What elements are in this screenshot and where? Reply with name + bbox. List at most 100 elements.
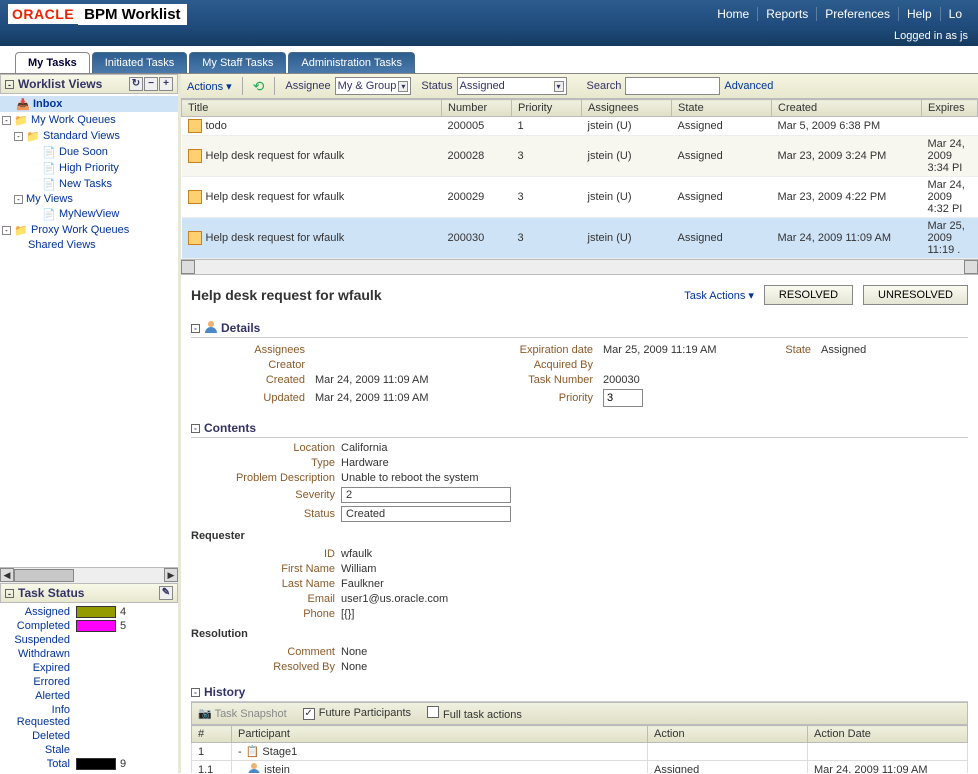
assignee-select[interactable]: My & Group▾ — [335, 77, 412, 95]
requester-heading: Requester — [191, 526, 968, 544]
future-participants-checkbox[interactable]: ✓Future Participants — [303, 707, 411, 720]
unresolved-button[interactable]: UNRESOLVED — [863, 285, 968, 305]
tree-node[interactable]: 📄High Priority — [0, 160, 178, 176]
tab-initiated-tasks[interactable]: Initiated Tasks — [92, 52, 188, 73]
column-header[interactable]: Created — [772, 100, 922, 117]
table-row[interactable]: todo2000051jstein (U)AssignedMar 5, 2009… — [182, 117, 978, 136]
tree-node[interactable]: -📁Proxy Work Queues — [0, 222, 178, 238]
plus-icon[interactable]: + — [159, 77, 173, 91]
assignee-toggle-icon[interactable]: ⟲ — [253, 78, 265, 95]
advanced-link[interactable]: Advanced — [724, 80, 773, 92]
nav-reports[interactable]: Reports — [758, 7, 817, 21]
task-table: TitleNumberPriorityAssigneesStateCreated… — [181, 99, 978, 259]
expiration-value: Mar 25, 2009 11:19 AM — [603, 344, 753, 356]
tree-node[interactable]: -📁My Work Queues — [0, 112, 178, 128]
task-snapshot-button[interactable]: 📷 Task Snapshot — [198, 707, 287, 720]
expander-icon[interactable]: - — [2, 226, 11, 235]
tab-administration-tasks[interactable]: Administration Tasks — [288, 52, 415, 73]
tree-node[interactable]: 📄New Tasks — [0, 176, 178, 192]
folder-icon: 📄 — [42, 161, 56, 175]
priority-input[interactable] — [603, 389, 643, 407]
table-scrollbar[interactable] — [181, 259, 978, 275]
scroll-right-icon[interactable]: ▶ — [164, 568, 178, 582]
folder-icon: 📄 — [42, 177, 56, 191]
task-status-row: Deleted — [4, 729, 174, 743]
column-header[interactable]: Number — [442, 100, 512, 117]
expander-icon[interactable]: - — [14, 132, 23, 141]
expander-icon[interactable]: - — [14, 195, 23, 204]
expander-icon[interactable]: - — [2, 116, 11, 125]
nav-preferences[interactable]: Preferences — [817, 7, 899, 21]
column-header[interactable]: Expires — [922, 100, 978, 117]
collapse-icon[interactable]: - — [5, 589, 14, 598]
creator-label: Creator — [211, 359, 311, 371]
history-row[interactable]: 1-📋 Stage1 — [192, 743, 968, 761]
task-status-row: Stale — [4, 743, 174, 757]
tree-node[interactable]: 📄Due Soon — [0, 144, 178, 160]
column-header[interactable]: Assignees — [582, 100, 672, 117]
history-row[interactable]: 1.1 jsteinAssignedMar 24, 2009 11:09 AM — [192, 761, 968, 774]
refresh-icon[interactable]: ↻ — [129, 77, 143, 91]
resolved-button[interactable]: RESOLVED — [764, 285, 853, 305]
edit-icon[interactable]: ✎ — [159, 586, 173, 600]
nav-logout[interactable]: Lo — [941, 7, 970, 21]
tree-scrollbar[interactable]: ◀ ▶ — [0, 567, 178, 583]
status-count: 5 — [116, 620, 126, 632]
tree-label: Due Soon — [59, 146, 108, 158]
column-header[interactable]: Action Date — [808, 726, 968, 743]
history-table: #ParticipantActionAction Date 1-📋 Stage1… — [191, 725, 968, 773]
user-icon — [247, 763, 261, 773]
column-header[interactable]: State — [672, 100, 772, 117]
tree-node[interactable]: Shared Views — [0, 238, 178, 252]
nav-help[interactable]: Help — [899, 7, 941, 21]
task-actions-menu[interactable]: Task Actions ▾ — [684, 289, 754, 302]
oracle-logo: ORACLE — [8, 4, 78, 24]
contents-section-header[interactable]: -Contents — [191, 419, 968, 438]
status-count: 9 — [116, 758, 126, 770]
column-header[interactable]: Title — [182, 100, 442, 117]
column-header[interactable]: Action — [648, 726, 808, 743]
task-icon — [188, 119, 202, 133]
tree-node[interactable]: -📁Standard Views — [0, 128, 178, 144]
phone-label: Phone — [211, 608, 341, 620]
status-label: Total — [4, 758, 76, 770]
status-select[interactable]: Assigned▾ — [457, 77, 567, 95]
comment-label: Comment — [211, 646, 341, 658]
full-task-actions-checkbox[interactable]: Full task actions — [427, 706, 522, 721]
scroll-right-icon[interactable] — [964, 260, 978, 274]
column-header[interactable]: Priority — [512, 100, 582, 117]
column-header[interactable]: # — [192, 726, 232, 743]
id-value: wfaulk — [341, 548, 601, 560]
assignees-label: Assignees — [211, 344, 311, 356]
collapse-icon[interactable]: - — [5, 80, 14, 89]
scroll-left-icon[interactable]: ◀ — [0, 568, 14, 582]
details-section-header[interactable]: -Details — [191, 319, 968, 338]
table-row[interactable]: Help desk request for wfaulk2000303jstei… — [182, 218, 978, 259]
severity-input[interactable]: 2 — [341, 487, 511, 503]
tree-node[interactable]: -My Views — [0, 192, 178, 206]
task-status-row: Assigned4 — [4, 605, 174, 619]
tab-my-tasks[interactable]: My Tasks — [15, 52, 90, 73]
updated-label: Updated — [211, 392, 311, 404]
task-detail: Help desk request for wfaulk Task Action… — [181, 275, 978, 773]
comment-value: None — [341, 646, 601, 658]
status-label: Assigned — [4, 606, 76, 618]
scroll-left-icon[interactable] — [181, 260, 195, 274]
history-section-header[interactable]: -History — [191, 683, 968, 702]
expiration-label: Expiration date — [499, 344, 599, 356]
tree-node[interactable]: 📄MyNewView — [0, 206, 178, 222]
tab-my-staff-tasks[interactable]: My Staff Tasks — [189, 52, 286, 73]
table-row[interactable]: Help desk request for wfaulk2000293jstei… — [182, 177, 978, 218]
tree-node[interactable]: 📥Inbox — [0, 96, 178, 112]
app-header: ORACLE BPM Worklist Home Reports Prefere… — [0, 0, 978, 28]
status-label: Errored — [4, 676, 76, 688]
minus-icon[interactable]: − — [144, 77, 158, 91]
task-status-row: Expired — [4, 661, 174, 675]
scroll-thumb[interactable] — [14, 569, 74, 582]
actions-menu[interactable]: Actions ▾ — [187, 80, 232, 93]
search-input[interactable] — [625, 77, 720, 95]
column-header[interactable]: Participant — [232, 726, 648, 743]
status-input[interactable]: Created — [341, 506, 511, 522]
nav-home[interactable]: Home — [709, 7, 758, 21]
table-row[interactable]: Help desk request for wfaulk2000283jstei… — [182, 136, 978, 177]
